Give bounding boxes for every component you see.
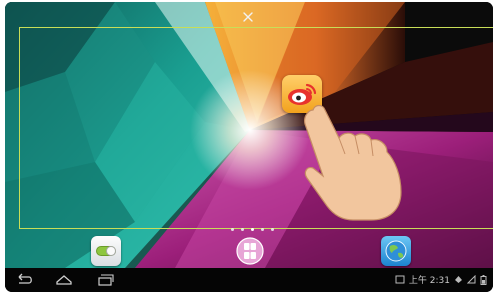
signal-icon [467,275,476,284]
recent-apps-icon[interactable] [93,272,115,288]
settings-app-icon[interactable] [91,236,121,266]
weibo-icon [288,83,317,105]
battery-icon [480,274,487,285]
globe-icon [385,240,407,262]
home-icon[interactable] [53,272,75,288]
toggle-icon [96,246,116,256]
page-dot[interactable] [231,228,234,231]
screenshot-icon [395,275,405,284]
close-icon[interactable] [241,10,255,24]
page-dot[interactable] [261,228,264,231]
page-dot[interactable] [271,228,274,231]
globe-browser-icon[interactable] [381,236,411,266]
status-time: 上午 2:31 [408,276,450,286]
app-drawer-icon[interactable] [235,236,265,266]
page-dot[interactable] [241,228,244,231]
weibo-app-icon[interactable] [282,75,322,113]
page-dot[interactable] [251,228,254,231]
status-area: 上午 2:31 [395,273,487,286]
navigation-bar: 上午 2:31 [5,268,493,292]
widget-edit-frame [19,27,493,229]
tablet-screen: 上午 2:31 [5,2,493,292]
back-icon[interactable] [13,272,35,288]
wifi-icon [455,276,462,283]
page-indicator [231,228,274,231]
